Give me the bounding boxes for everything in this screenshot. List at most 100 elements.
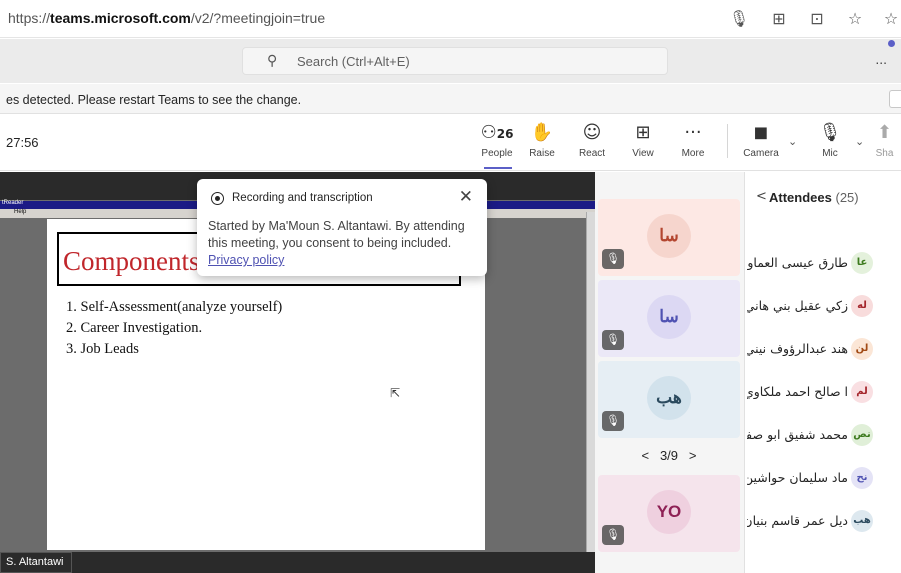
mic-muted-icon: 🎙: [602, 411, 624, 431]
react-button[interactable]: ☺ React: [567, 121, 617, 159]
mic-off-icon: 🎙: [818, 122, 842, 143]
presenter-name: S. Altantawi: [6, 556, 64, 568]
people-label: People: [481, 148, 513, 159]
help-menu[interactable]: Help: [14, 209, 26, 215]
attendee-row[interactable]: ا صالح احمد ملكاوي لم: [747, 379, 901, 405]
favorite-star-icon[interactable]: ☆: [844, 8, 866, 30]
attendee-row[interactable]: طارق عيسى العماوى عا: [747, 250, 901, 276]
camera-button[interactable]: ◼ Camera: [736, 121, 786, 159]
mic-label: Mic: [822, 148, 838, 159]
attendee-name: ا صالح احمد ملكاوي: [747, 384, 848, 399]
mouse-cursor-icon: ⇱: [390, 386, 401, 400]
attendee-name: هند عبدالرؤوف نيني: [747, 341, 848, 356]
apps-grid-icon[interactable]: ⊞: [768, 8, 790, 30]
back-chevron-icon[interactable]: <: [756, 189, 767, 204]
grid-view-icon: ⊞: [635, 122, 651, 143]
mic-options-chevron-icon[interactable]: ⌄: [855, 135, 864, 148]
restart-notice-banner: es detected. Please restart Teams to see…: [0, 84, 901, 114]
attendee-name: طارق عيسى العماوى: [747, 255, 848, 270]
camera-label: Camera: [743, 148, 779, 159]
people-active-indicator: [484, 167, 512, 169]
browser-address-bar: https://teams.microsoft.com/v2/?meetingj…: [0, 0, 901, 38]
toolbar-divider: [727, 124, 728, 158]
raise-label: Raise: [529, 148, 555, 159]
presence-indicator: [888, 40, 895, 47]
slide-scrollbar[interactable]: [586, 212, 595, 552]
recording-body: Started by Ma'Moun S. Altantawi. By atte…: [208, 219, 465, 250]
attendee-avatar: عا: [851, 252, 873, 274]
attendees-count: (25): [835, 190, 859, 205]
mic-button[interactable]: 🎙 Mic: [805, 121, 855, 159]
slide-list-item: 2. Career Investigation.: [66, 320, 203, 336]
meeting-timer: 27:56: [6, 135, 39, 150]
attendee-name: ماد سليمان حواشين: [747, 470, 848, 485]
camera-off-icon: ◼: [753, 122, 769, 143]
people-icon: ⚇: [480, 122, 497, 143]
prev-page-icon[interactable]: <: [642, 448, 650, 463]
more-button[interactable]: ··· More: [668, 121, 718, 159]
attendee-row[interactable]: زكي عقيل بني هاني له: [747, 293, 901, 319]
mic-muted-icon: 🎙: [602, 525, 624, 545]
presenter-name-tag: S. Altantawi: [0, 552, 72, 573]
participant-avatar: هب: [647, 376, 691, 420]
participant-avatar: سا: [647, 295, 691, 339]
mic-muted-icon: 🎙: [602, 330, 624, 350]
react-label: React: [578, 148, 606, 159]
share-button[interactable]: ⬆ Sha: [868, 121, 901, 159]
attendee-avatar: لن: [851, 338, 873, 360]
attendee-avatar: هب: [851, 510, 873, 532]
smiley-icon: ☺: [582, 122, 602, 143]
gallery-pager: < 3/9 >: [598, 448, 740, 463]
attendees-title: Attendees: [769, 190, 832, 205]
teams-top-bar: ⚲ Search (Ctrl+Alt+E) ...: [0, 39, 901, 83]
attendee-name: زكي عقيل بني هاني: [747, 298, 848, 313]
attendee-row[interactable]: ماد سليمان حواشين نح: [747, 465, 901, 491]
recording-notification: Recording and transcription ✕ Started by…: [197, 179, 487, 276]
attendee-row[interactable]: ديل عمر قاسم بنيان هب: [747, 508, 901, 534]
view-button[interactable]: ⊞ View: [618, 121, 668, 159]
search-icon: ⚲: [267, 53, 278, 69]
privacy-policy-link[interactable]: Privacy policy: [208, 253, 284, 267]
participant-avatar: سا: [647, 214, 691, 258]
restart-button[interactable]: [889, 90, 901, 108]
slide-list-item: 1. Self-Assessment(analyze yourself): [66, 299, 283, 315]
attendee-avatar: له: [851, 295, 873, 317]
more-label: More: [681, 148, 705, 159]
camera-options-chevron-icon[interactable]: ⌄: [788, 135, 797, 148]
search-placeholder: Search (Ctrl+Alt+E): [297, 54, 410, 69]
slide-list-item: 3. Job Leads: [66, 341, 139, 357]
slide-title: Components: [63, 246, 200, 276]
more-options-icon[interactable]: ...: [875, 51, 887, 67]
app-title: tReader: [2, 200, 24, 206]
view-label: View: [632, 148, 654, 159]
recording-icon: [211, 192, 224, 205]
participant-avatar: YO: [647, 490, 691, 534]
ellipsis-icon: ···: [684, 122, 702, 143]
share-icon: ⬆: [876, 122, 893, 143]
recording-heading: Recording and transcription: [232, 192, 373, 204]
url-field[interactable]: https://teams.microsoft.com/v2/?meetingj…: [8, 10, 325, 26]
hand-icon: ✋: [530, 122, 554, 143]
attendee-row[interactable]: محمد شفيق ابو صفا نص: [747, 422, 901, 448]
people-button[interactable]: ⚇26 People: [472, 121, 522, 159]
attendee-avatar: نص: [851, 424, 873, 446]
page-indicator: 3/9: [659, 448, 679, 463]
share-label: Sha: [875, 148, 894, 159]
attendee-avatar: لم: [851, 381, 873, 403]
attendees-heading: Attendees (25): [769, 190, 859, 205]
people-count: 26: [496, 127, 514, 141]
close-icon[interactable]: ✕: [459, 187, 473, 207]
attendee-avatar: نح: [851, 467, 873, 489]
restart-notice-text: es detected. Please restart Teams to see…: [6, 93, 302, 107]
meeting-control-bar: 27:56 ⚇26 People ✋ Raise ☺ React ⊞ View …: [0, 115, 901, 171]
raise-hand-button[interactable]: ✋ Raise: [517, 121, 567, 159]
attendee-name: ديل عمر قاسم بنيان: [747, 513, 848, 528]
media-icon[interactable]: ⊡: [806, 8, 828, 30]
attendee-row[interactable]: هند عبدالرؤوف نيني لن: [747, 336, 901, 362]
attendee-name: محمد شفيق ابو صفا: [747, 427, 848, 442]
microphone-icon[interactable]: 🎙: [728, 8, 750, 30]
next-page-icon[interactable]: >: [689, 448, 697, 463]
mic-muted-icon: 🎙: [602, 249, 624, 269]
favorites-list-icon[interactable]: ☆: [880, 8, 901, 30]
search-input[interactable]: ⚲ Search (Ctrl+Alt+E): [242, 47, 668, 75]
